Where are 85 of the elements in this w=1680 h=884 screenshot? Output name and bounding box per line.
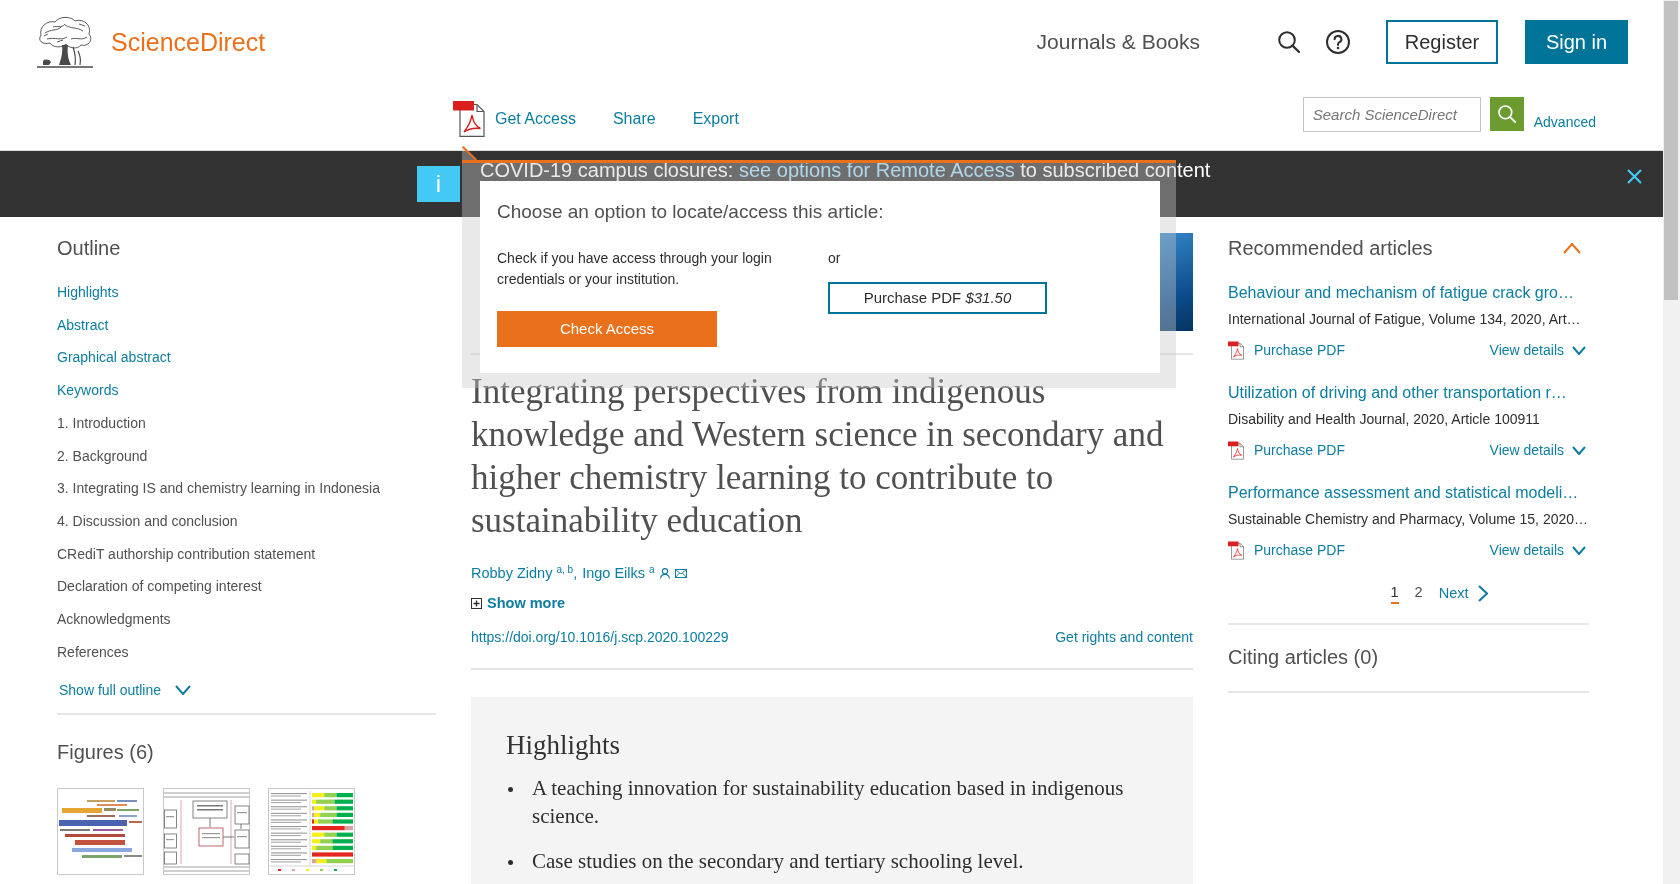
pdf-file-icon bbox=[1228, 540, 1245, 560]
vertical-scrollbar[interactable] bbox=[1663, 0, 1680, 884]
brand-link[interactable]: ScienceDirect bbox=[111, 27, 266, 57]
toolbar-link[interactable]: Get Access bbox=[453, 101, 576, 137]
sign-in-button[interactable]: Sign in bbox=[1525, 20, 1628, 64]
chevron-down-icon bbox=[1572, 445, 1586, 455]
chevron-down-icon bbox=[1572, 345, 1586, 355]
search-button[interactable] bbox=[1489, 97, 1524, 131]
toolbar-link[interactable]: Export bbox=[692, 108, 739, 130]
close-icon[interactable] bbox=[1627, 168, 1642, 184]
bullet-icon bbox=[508, 787, 513, 792]
popup-pointer-icon bbox=[462, 146, 477, 160]
outline-link[interactable]: References bbox=[57, 635, 129, 669]
section-heading: Recommended articles bbox=[1228, 236, 1433, 260]
next-page-link[interactable]: Next bbox=[1438, 583, 1489, 603]
outline-link[interactable]: Graphical abstract bbox=[57, 341, 171, 375]
purchase-pdf-link[interactable]: Purchase PDF bbox=[1254, 540, 1346, 560]
dialog-description: Check if you have access through your login credentials or your institution. bbox=[497, 249, 773, 289]
outline-link[interactable]: Abstract bbox=[57, 308, 109, 342]
or-separator: or bbox=[828, 249, 841, 268]
pdf-file-icon bbox=[1228, 340, 1245, 360]
outline-link[interactable]: Acknowledgments bbox=[57, 603, 171, 636]
info-sign: i bbox=[417, 166, 460, 202]
chevron-right-icon bbox=[1478, 584, 1489, 602]
rights-link[interactable]: Get rights and content bbox=[1055, 627, 1193, 647]
outline-link[interactable]: 4. Discussion and conclusion bbox=[57, 504, 238, 538]
author-link[interactable]: Robby Zidny $^{a, b}$, bbox=[471, 563, 578, 583]
advanced-search-link[interactable]: Advanced bbox=[1533, 113, 1596, 131]
page-link[interactable]: 2 bbox=[1414, 582, 1423, 604]
article-link[interactable]: Behaviour and mechanism of fatigue crack gro… bbox=[1228, 282, 1574, 304]
view-details-button[interactable]: View details bbox=[1489, 340, 1586, 360]
outline-link[interactable]: 2. Background bbox=[57, 439, 148, 473]
article-link[interactable]: Utilization of driving and other transportation r… bbox=[1228, 382, 1567, 404]
purchase-pdf-link[interactable]: Purchase PDF bbox=[1254, 340, 1346, 360]
toolbar-link[interactable]: Share bbox=[612, 108, 656, 130]
help-icon[interactable] bbox=[1326, 30, 1350, 54]
purchase-pdf-button[interactable]: Purchase PDF $31.50 bbox=[828, 282, 1047, 314]
chevron-down-icon bbox=[1572, 545, 1586, 555]
check-access-button[interactable]: Check Access bbox=[497, 311, 717, 347]
article-source: Disability and Health Journal, 2020, Article 100911 bbox=[1228, 410, 1540, 429]
section-heading: Outline bbox=[57, 236, 122, 260]
outline-link[interactable]: 1. Introduction bbox=[57, 406, 146, 440]
highlight-text: Case studies on the secondary and tertiary schooling level. bbox=[532, 848, 1025, 875]
view-details-button[interactable]: View details bbox=[1489, 440, 1586, 460]
remote-access-link[interactable]: see options for Remote Access bbox=[739, 159, 1015, 181]
dialog-title: Choose an option to locate/access this article: bbox=[497, 200, 884, 223]
show-full-outline-link[interactable]: Show full outline bbox=[59, 680, 191, 701]
scrollbar-thumb[interactable] bbox=[1664, 1, 1678, 300]
banner-message: COVID-19 campus closures: see options for Remote Access to subscribed content bbox=[480, 161, 1211, 180]
search-icon bbox=[1497, 105, 1516, 123]
purchase-pdf-link[interactable]: Purchase PDF bbox=[1254, 440, 1346, 460]
word-cloud-drawing[interactable] bbox=[57, 788, 144, 876]
search-icon[interactable] bbox=[1278, 31, 1300, 53]
rating-table-drawing[interactable] bbox=[268, 788, 355, 876]
outline-link[interactable]: Keywords bbox=[57, 374, 119, 407]
show-more-link[interactable]: Show more bbox=[471, 593, 566, 613]
view-details-button[interactable]: View details bbox=[1489, 540, 1586, 560]
bullet-icon bbox=[508, 860, 513, 865]
tree-logo[interactable] bbox=[35, 15, 95, 69]
person-icon[interactable] bbox=[659, 567, 670, 579]
author-link[interactable]: Ingo Eilks $^{a}$ bbox=[582, 563, 655, 583]
outline-link[interactable]: CRediT authorship contribution statement bbox=[57, 537, 316, 571]
article-source: Sustainable Chemistry and Pharmacy, Volume 15, 2020… bbox=[1228, 510, 1589, 529]
envelope-icon[interactable] bbox=[674, 568, 687, 578]
section-heading: Citing articles (0) bbox=[1228, 645, 1380, 669]
section-heading: Figures (6) bbox=[57, 740, 155, 765]
outline-link[interactable]: 3. Integrating IS and chemistry learning in Indonesia bbox=[57, 472, 380, 505]
register-button[interactable]: Register bbox=[1386, 20, 1498, 64]
chevron-down-icon bbox=[174, 685, 191, 696]
plus-square-icon bbox=[471, 597, 482, 609]
outline-link[interactable]: Highlights bbox=[57, 276, 119, 309]
chevron-up-icon[interactable] bbox=[1563, 242, 1581, 254]
article-title: Integrating perspectives from indigenous knowledge and Western science in secondary and higher chemistry learning to contribute to sustainability education bbox=[471, 371, 1165, 542]
flowchart-drawing[interactable] bbox=[162, 788, 250, 876]
page-link[interactable]: 1 bbox=[1390, 582, 1399, 604]
article-source: International Journal of Fatigue, Volume 134, 2020, Art… bbox=[1228, 310, 1581, 329]
outline-link[interactable]: Declaration of competing interest bbox=[57, 570, 262, 604]
journals-books-link[interactable]: Journals & Books bbox=[1036, 29, 1200, 55]
pdf-file-icon bbox=[1228, 440, 1245, 460]
pdf-file-icon bbox=[453, 101, 487, 137]
highlight-text: A teaching innovation for sustainability education based in indigenous science. bbox=[532, 775, 1125, 830]
highlights-heading: Highlights bbox=[506, 730, 620, 761]
article-link[interactable]: Performance assessment and statistical modeli… bbox=[1228, 482, 1579, 504]
search-field[interactable]: Search ScienceDirect bbox=[1302, 96, 1481, 132]
doi-link[interactable]: https://doi.org/10.1016/j.scp.2020.100229 bbox=[471, 627, 729, 647]
